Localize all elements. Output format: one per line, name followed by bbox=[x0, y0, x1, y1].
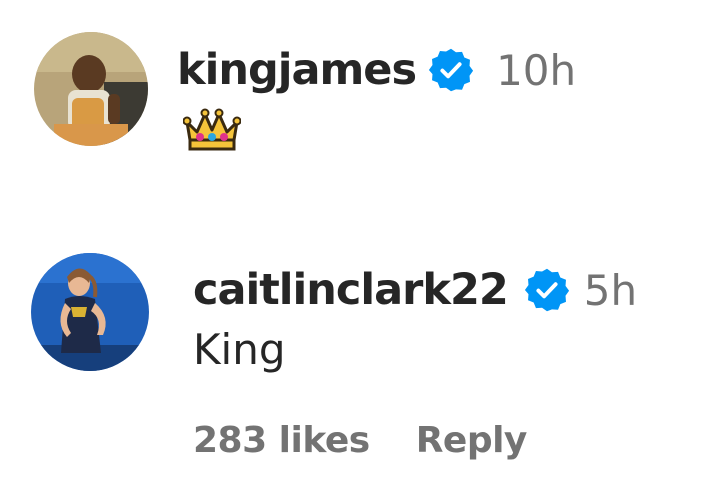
username[interactable]: caitlinclark22 bbox=[193, 265, 509, 315]
avatar-kingjames-image bbox=[34, 32, 148, 146]
avatar-kingjames[interactable] bbox=[34, 32, 148, 146]
timestamp: 10h bbox=[496, 45, 577, 95]
likes-count[interactable]: 283 likes bbox=[193, 420, 370, 461]
comment-text bbox=[183, 106, 241, 162]
avatar-caitlinclark22-image bbox=[31, 253, 149, 371]
reply-button[interactable]: Reply bbox=[416, 420, 528, 461]
comment-actions: 283 likes Reply bbox=[193, 420, 527, 461]
avatar-caitlinclark22[interactable] bbox=[31, 253, 149, 371]
timestamp: 5h bbox=[583, 265, 638, 315]
username[interactable]: kingjames bbox=[177, 45, 417, 95]
verified-badge-icon bbox=[428, 47, 474, 93]
verified-badge-icon bbox=[524, 267, 570, 313]
comments-thread: kingjames 10h caitlinclark22 5h King 283… bbox=[0, 0, 720, 498]
comment-header: caitlinclark22 5h bbox=[193, 258, 637, 322]
comment-header: kingjames 10h bbox=[177, 38, 576, 102]
comment-caitlinclark22: caitlinclark22 5h King 283 likes Reply bbox=[0, 240, 720, 498]
comment-kingjames: kingjames 10h bbox=[0, 0, 720, 200]
crown-emoji-icon bbox=[183, 106, 241, 152]
comment-text: King bbox=[193, 325, 286, 374]
